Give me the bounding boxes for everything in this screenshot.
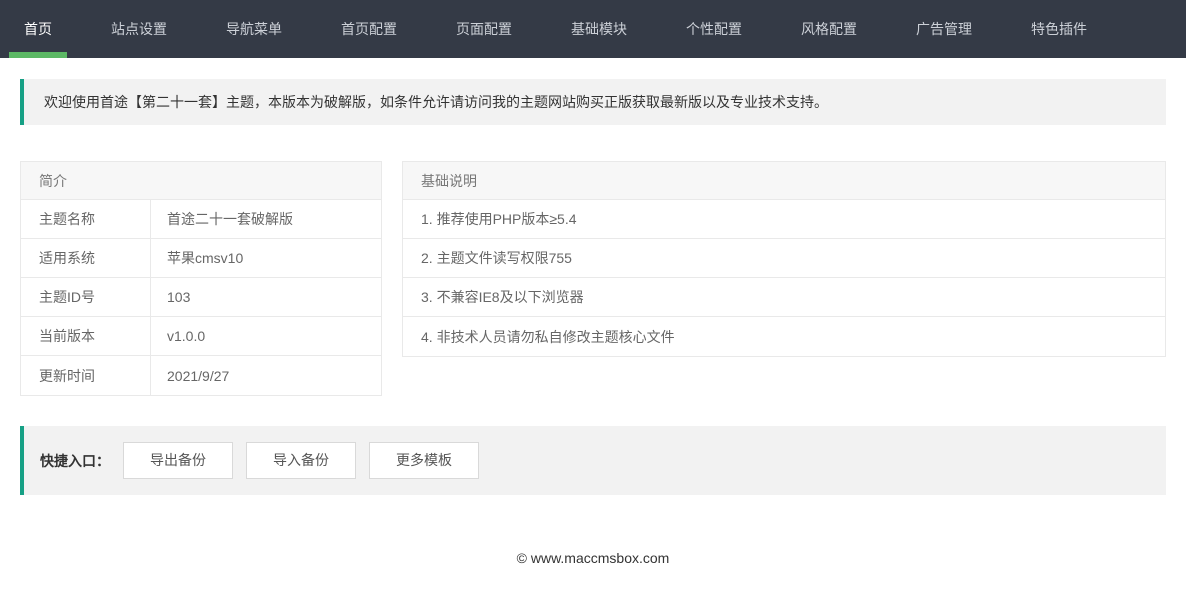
intro-row-label: 更新时间 [21, 356, 151, 395]
nav-item-style-config[interactable]: 风格配置 [786, 0, 872, 58]
nav-item-personalization-config[interactable]: 个性配置 [671, 0, 757, 58]
more-templates-button[interactable]: 更多模板 [369, 442, 479, 479]
notes-panel-title: 基础说明 [403, 162, 1165, 200]
intro-row-value: 苹果cmsv10 [151, 239, 381, 277]
table-row: 主题名称 首途二十一套破解版 [21, 200, 381, 239]
intro-row-label: 当前版本 [21, 317, 151, 355]
list-item: 2. 主题文件读写权限755 [403, 239, 1165, 278]
intro-row-value: v1.0.0 [151, 317, 381, 355]
list-item: 4. 非技术人员请勿私自修改主题核心文件 [403, 317, 1165, 356]
quick-entry-bar: 快捷入口： 导出备份 导入备份 更多模板 [20, 426, 1166, 495]
quick-entry-label: 快捷入口： [40, 451, 110, 471]
nav-item-ad-management[interactable]: 广告管理 [901, 0, 987, 58]
nav-item-home[interactable]: 首页 [9, 0, 67, 58]
intro-row-label: 主题ID号 [21, 278, 151, 316]
nav-item-basic-modules[interactable]: 基础模块 [556, 0, 642, 58]
welcome-notice: 欢迎使用首途【第二十一套】主题，本版本为破解版，如条件允许请访问我的主题网站购买… [20, 79, 1166, 125]
nav-item-page-config[interactable]: 页面配置 [441, 0, 527, 58]
intro-row-label: 适用系统 [21, 239, 151, 277]
footer-copyright: © www.maccmsbox.com [0, 550, 1186, 566]
intro-row-value: 2021/9/27 [151, 356, 381, 395]
info-panels: 简介 主题名称 首途二十一套破解版 适用系统 苹果cmsv10 主题ID号 10… [20, 161, 1166, 396]
table-row: 更新时间 2021/9/27 [21, 356, 381, 395]
nav-item-home-config[interactable]: 首页配置 [326, 0, 412, 58]
intro-panel-title: 简介 [21, 162, 381, 200]
nav-item-nav-menu[interactable]: 导航菜单 [211, 0, 297, 58]
export-backup-button[interactable]: 导出备份 [123, 442, 233, 479]
table-row: 主题ID号 103 [21, 278, 381, 317]
list-item: 1. 推荐使用PHP版本≥5.4 [403, 200, 1165, 239]
table-row: 当前版本 v1.0.0 [21, 317, 381, 356]
intro-row-value: 首途二十一套破解版 [151, 200, 381, 238]
import-backup-button[interactable]: 导入备份 [246, 442, 356, 479]
table-row: 适用系统 苹果cmsv10 [21, 239, 381, 278]
intro-row-label: 主题名称 [21, 200, 151, 238]
nav-item-site-settings[interactable]: 站点设置 [96, 0, 182, 58]
nav-item-featured-plugins[interactable]: 特色插件 [1016, 0, 1102, 58]
notes-panel: 基础说明 1. 推荐使用PHP版本≥5.4 2. 主题文件读写权限755 3. … [402, 161, 1166, 357]
intro-panel: 简介 主题名称 首途二十一套破解版 适用系统 苹果cmsv10 主题ID号 10… [20, 161, 382, 396]
top-nav: 首页 站点设置 导航菜单 首页配置 页面配置 基础模块 个性配置 风格配置 广告… [0, 0, 1186, 58]
intro-row-value: 103 [151, 278, 381, 316]
list-item: 3. 不兼容IE8及以下浏览器 [403, 278, 1165, 317]
